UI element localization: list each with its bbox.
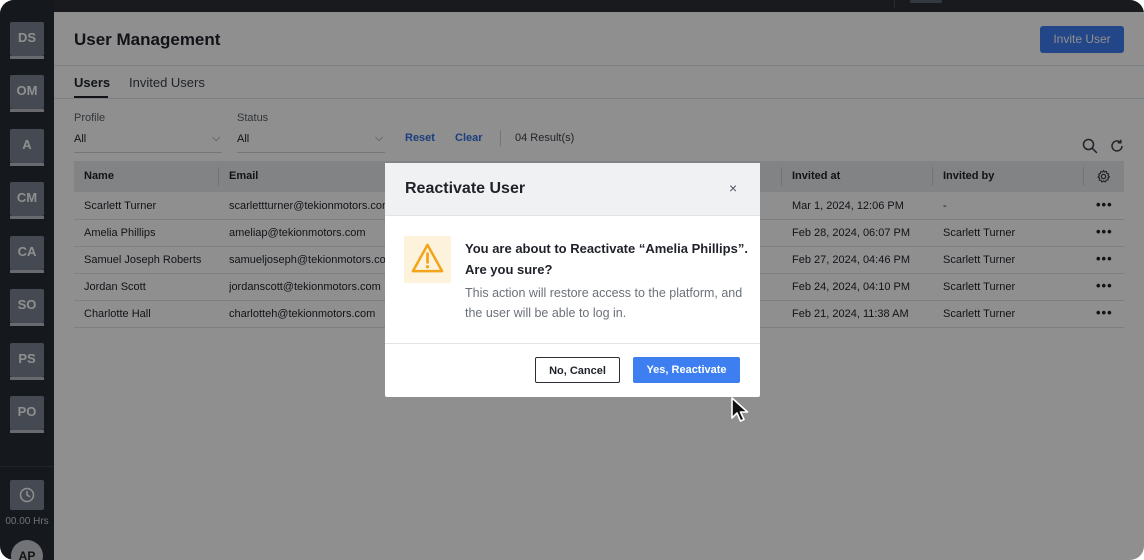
close-icon[interactable]: ×	[729, 181, 737, 195]
cancel-button[interactable]: No, Cancel	[535, 357, 620, 383]
dialog-footer-divider	[385, 343, 760, 344]
dialog-title: Reactivate User	[405, 180, 526, 197]
mouse-cursor-icon	[731, 397, 749, 422]
confirm-reactivate-button[interactable]: Yes, Reactivate	[633, 357, 740, 383]
warning-icon	[411, 243, 444, 273]
dialog-description: This action will restore access to the p…	[465, 286, 743, 320]
app-window: DS OM A CM CA SO PS PO 00.00 Hrs AP User…	[0, 0, 1144, 560]
reactivate-user-dialog: Reactivate User × You are about to React…	[385, 163, 760, 397]
warning-badge	[404, 236, 451, 283]
dialog-header: Reactivate User ×	[385, 163, 760, 216]
dialog-message: You are about to Reactivate “Amelia Phil…	[465, 241, 748, 277]
